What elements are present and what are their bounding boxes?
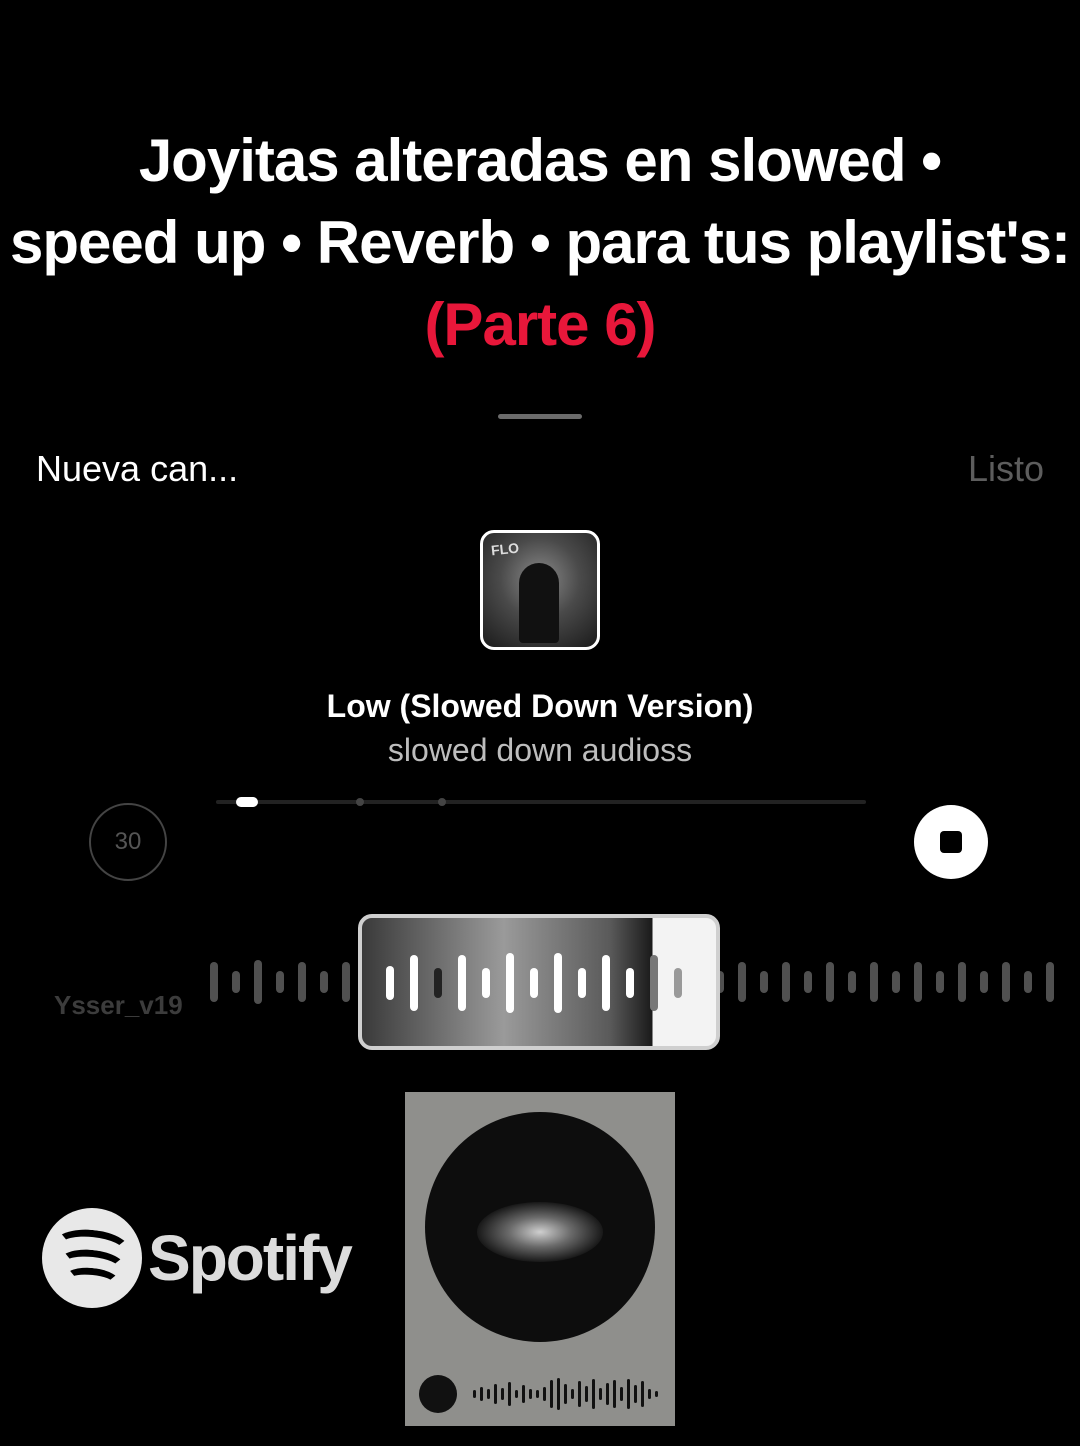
waveform-bar xyxy=(342,962,350,1002)
caption-title: Joyitas alteradas en slowed • speed up •… xyxy=(0,120,1080,366)
album-art-disc xyxy=(425,1112,655,1342)
caption-line-2: speed up • Reverb • para tus playlist's: xyxy=(10,209,1071,276)
waveform-bar xyxy=(1024,971,1032,993)
waveform-bar xyxy=(738,962,746,1002)
waveform-bar xyxy=(254,960,262,1004)
waveform-bar xyxy=(782,962,790,1002)
progress-marker xyxy=(356,798,364,806)
spotify-wordmark: Spotify xyxy=(148,1222,353,1294)
username-watermark: Ysser_v19 xyxy=(54,990,183,1020)
waveform-bar xyxy=(848,971,856,993)
stop-icon xyxy=(940,831,962,853)
clip-waveform-bar xyxy=(578,968,586,998)
waveform-bar xyxy=(958,962,966,1002)
waveform-bar xyxy=(980,971,988,993)
clip-waveform-bar xyxy=(602,955,610,1011)
header-song-label: Nueva can... xyxy=(36,448,239,489)
waveform-bar xyxy=(276,971,284,993)
waveform-bar xyxy=(804,971,812,993)
clip-waveform-bar xyxy=(554,953,562,1013)
waveform-bar xyxy=(826,962,834,1002)
song-artist: slowed down audioss xyxy=(387,732,693,768)
waveform-bar xyxy=(936,971,944,993)
clip-waveform-bar xyxy=(674,968,682,998)
waveform-bar xyxy=(320,971,328,993)
spotify-code-card xyxy=(405,1092,675,1426)
clip-waveform-bar xyxy=(386,966,394,1000)
progress-thumb[interactable] xyxy=(236,797,258,807)
waveform-bar xyxy=(1002,962,1010,1002)
clip-waveform-bar xyxy=(482,968,490,998)
caption-line-3: (Parte 6) xyxy=(424,291,656,358)
duration-label: 30 xyxy=(114,828,142,855)
spotify-watermark: Spotify xyxy=(42,1208,353,1308)
spotify-logo-icon xyxy=(419,1375,457,1413)
clip-selector[interactable] xyxy=(358,914,720,1050)
clip-waveform xyxy=(386,948,682,1018)
album-art-image xyxy=(477,1202,603,1262)
clip-waveform-bar xyxy=(458,955,466,1011)
waveform-bar xyxy=(870,962,878,1002)
album-cover-figure xyxy=(519,563,559,643)
waveform-bar xyxy=(232,971,240,993)
clip-waveform-bar xyxy=(434,968,442,998)
duration-button[interactable]: 30 xyxy=(89,803,167,881)
waveform-bar xyxy=(298,962,306,1002)
clip-waveform-bar xyxy=(650,955,658,1011)
clip-waveform-bar xyxy=(410,955,418,1011)
waveform-bar xyxy=(1046,962,1054,1002)
stop-button[interactable] xyxy=(914,805,988,879)
progress-track[interactable] xyxy=(216,800,866,804)
clip-waveform-bar xyxy=(626,968,634,998)
waveform-bar xyxy=(892,971,900,993)
song-title: Low (Slowed Down Version) xyxy=(326,688,754,724)
done-button[interactable]: Listo xyxy=(968,448,1044,490)
progress-marker xyxy=(438,798,446,806)
clip-waveform-bar xyxy=(506,953,514,1013)
waveform-bar xyxy=(210,962,218,1002)
sheet-drag-handle[interactable] xyxy=(498,414,582,419)
album-cover: FLO xyxy=(480,530,600,650)
spotify-logo-icon xyxy=(42,1208,142,1308)
album-cover-art-text: FLO xyxy=(490,539,520,559)
caption-line-1: Joyitas alteradas en slowed • xyxy=(138,127,942,194)
spotify-code xyxy=(419,1375,661,1413)
waveform-bar xyxy=(760,971,768,993)
waveform-bar xyxy=(914,962,922,1002)
clip-waveform-bar xyxy=(530,968,538,998)
